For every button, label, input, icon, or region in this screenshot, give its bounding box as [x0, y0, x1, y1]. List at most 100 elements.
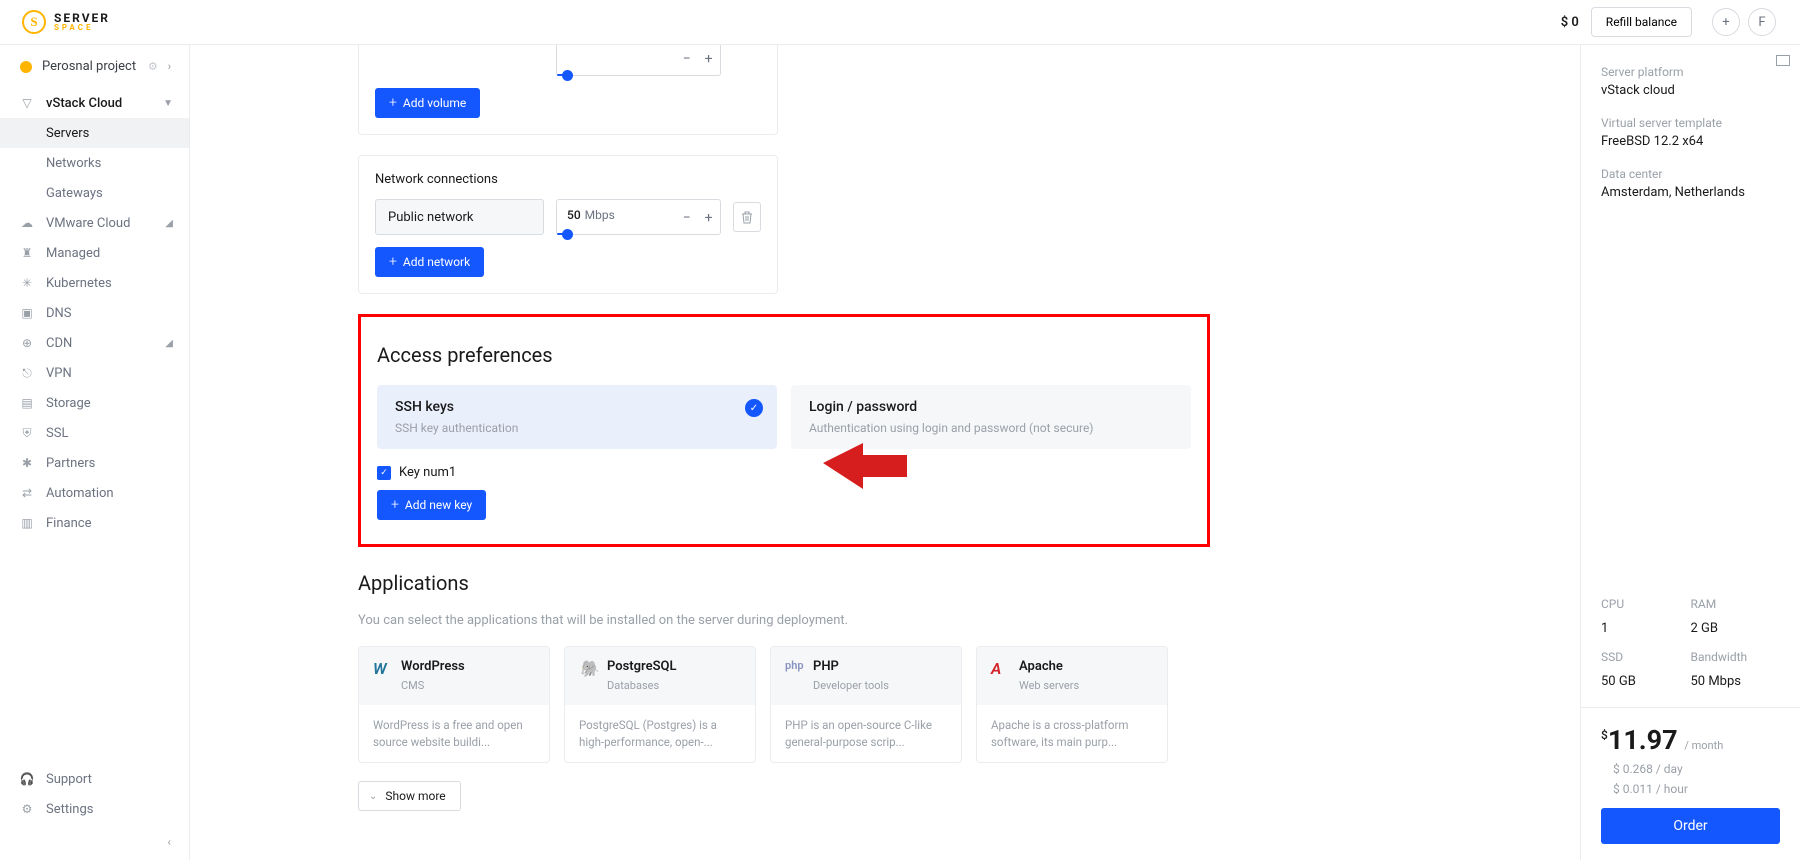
main-content: − + +Add volume Network connections Publ…	[190, 45, 1580, 860]
summary-value: FreeBSD 12.2 x64	[1601, 134, 1780, 149]
summary-label: Virtual server template	[1601, 116, 1780, 130]
kubernetes-icon: ✳	[20, 276, 34, 290]
project-name: Perosnal project	[42, 59, 138, 74]
app-card-wordpress[interactable]: WWordPressCMS WordPress is a free and op…	[358, 646, 550, 763]
automation-icon: ⇄	[20, 486, 34, 500]
add-network-button[interactable]: +Add network	[375, 247, 484, 277]
add-button[interactable]: +	[1712, 8, 1740, 36]
chevron-right-icon: ›	[168, 60, 171, 73]
network-connections-card: Network connections Public network 50Mbp…	[358, 155, 778, 294]
checkbox[interactable]: ✓	[377, 466, 391, 480]
ssh-key-label: Key num1	[399, 465, 456, 480]
wordpress-icon: W	[373, 659, 391, 678]
collapse-sidebar-button[interactable]: ‹	[0, 824, 189, 860]
app-card-postgresql[interactable]: 🐘PostgreSQLDatabases PostgreSQL (Postgre…	[564, 646, 756, 763]
delete-network-button[interactable]	[733, 202, 761, 232]
bandwidth-stepper[interactable]: 50Mbps − +	[556, 199, 721, 235]
sidebar-item-managed[interactable]: ♜Managed	[0, 238, 189, 268]
sidebar-item-cdn[interactable]: ⊕CDN◢	[0, 328, 189, 358]
chevron-right-icon: ◢	[165, 338, 173, 349]
php-icon: php	[785, 659, 803, 672]
volume-stepper[interactable]: − +	[556, 45, 721, 76]
summary-panel: Server platformvStack cloud Virtual serv…	[1580, 45, 1800, 860]
order-button[interactable]: Order	[1601, 808, 1780, 844]
storage-icon: ▤	[20, 396, 34, 410]
price-box: $11.97 / month $ 0.268 / day $ 0.011 / h…	[1581, 707, 1800, 860]
spec-grid: CPURAM 12 GB SSDBandwidth 50 GB50 Mbps	[1601, 597, 1780, 689]
sidebar-item-servers[interactable]: Servers	[0, 118, 189, 148]
price-day: $ 0.268 / day	[1601, 762, 1780, 776]
dns-icon: ▣	[20, 306, 34, 320]
summary-label: Data center	[1601, 167, 1780, 181]
price-main: $11.97 / month	[1601, 724, 1780, 756]
ssh-key-row[interactable]: ✓ Key num1	[377, 465, 1191, 480]
show-more-button[interactable]: ⌄Show more	[358, 781, 461, 811]
finance-icon: ▥	[20, 516, 34, 530]
apache-icon: A	[991, 659, 1009, 678]
vpn-icon: ⎋	[20, 366, 34, 381]
trash-icon	[741, 211, 753, 224]
chevron-down-icon: ▼	[163, 98, 173, 109]
app-card-php[interactable]: phpPHPDeveloper tools PHP is an open-sou…	[770, 646, 962, 763]
sidebar-item-storage[interactable]: ▤Storage	[0, 388, 189, 418]
sidebar: Perosnal project ⚙ › ▽ vStack Cloud ▼ Se…	[0, 45, 190, 860]
sidebar-item-automation[interactable]: ⇄Automation	[0, 478, 189, 508]
partners-icon: ✱	[20, 456, 34, 470]
collapse-panel-button[interactable]	[1776, 55, 1790, 66]
sidebar-item-partners[interactable]: ✱Partners	[0, 448, 189, 478]
summary-value: Amsterdam, Netherlands	[1601, 185, 1780, 200]
sidebar-item-dns[interactable]: ▣DNS	[0, 298, 189, 328]
sidebar-item-finance[interactable]: ▥Finance	[0, 508, 189, 538]
app-card-apache[interactable]: AApacheWeb servers Apache is a cross-pla…	[976, 646, 1168, 763]
option-ssh-keys[interactable]: SSH keys SSH key authentication ✓	[377, 385, 777, 449]
sidebar-item-vstack-cloud[interactable]: ▽ vStack Cloud ▼	[0, 88, 189, 118]
avatar[interactable]: F	[1748, 8, 1776, 36]
sidebar-item-support[interactable]: 🎧Support	[0, 764, 189, 794]
section-title: Access preferences	[377, 343, 1191, 367]
slider-thumb[interactable]	[562, 70, 573, 81]
cloud-icon: ☁	[20, 216, 34, 230]
cdn-icon: ⊕	[20, 336, 34, 350]
add-new-key-button[interactable]: +Add new key	[377, 490, 486, 520]
card-title: Network connections	[375, 172, 761, 187]
plus-icon[interactable]: +	[698, 200, 720, 236]
check-icon: ✓	[745, 399, 763, 417]
postgresql-icon: 🐘	[579, 659, 597, 678]
project-switcher[interactable]: Perosnal project ⚙ ›	[0, 45, 189, 88]
refill-balance-button[interactable]: Refill balance	[1591, 7, 1692, 37]
add-volume-button[interactable]: +Add volume	[375, 88, 480, 118]
chevron-right-icon: ◢	[165, 218, 173, 229]
minus-icon[interactable]: −	[676, 200, 698, 236]
sidebar-item-settings[interactable]: ⚙Settings	[0, 794, 189, 824]
managed-icon: ♜	[20, 246, 34, 260]
shield-icon: ⛨	[20, 426, 34, 441]
balance: $ 0	[1561, 15, 1579, 30]
applications-desc: You can select the applications that wil…	[358, 613, 1550, 628]
vstack-icon: ▽	[20, 96, 34, 110]
annotation-arrow	[823, 443, 913, 503]
sidebar-item-vpn[interactable]: ⎋VPN	[0, 358, 189, 388]
chevron-down-icon: ⌄	[369, 791, 377, 802]
plus-icon[interactable]: +	[698, 45, 720, 77]
minus-icon[interactable]: −	[676, 45, 698, 77]
access-preferences-section: Access preferences SSH keys SSH key auth…	[358, 314, 1210, 547]
price-hour: $ 0.011 / hour	[1601, 782, 1780, 796]
logo-text: SERVER SPACE	[54, 12, 110, 32]
option-login-password[interactable]: Login / password Authentication using lo…	[791, 385, 1191, 449]
sidebar-item-networks[interactable]: Networks	[0, 148, 189, 178]
logo-icon: S	[22, 10, 46, 34]
summary-value: vStack cloud	[1601, 83, 1780, 98]
support-icon: 🎧	[20, 772, 34, 786]
logo[interactable]: S SERVER SPACE	[22, 10, 110, 34]
slider-thumb[interactable]	[562, 229, 573, 240]
sidebar-item-kubernetes[interactable]: ✳Kubernetes	[0, 268, 189, 298]
sidebar-item-gateways[interactable]: Gateways	[0, 178, 189, 208]
gear-icon[interactable]: ⚙	[148, 60, 158, 73]
project-dot-icon	[20, 61, 32, 73]
network-name-field[interactable]: Public network	[375, 199, 544, 235]
applications-title: Applications	[358, 571, 1550, 595]
gear-icon: ⚙	[20, 802, 34, 816]
sidebar-item-vmware[interactable]: ☁VMware Cloud◢	[0, 208, 189, 238]
sidebar-item-ssl[interactable]: ⛨SSL	[0, 418, 189, 448]
header: S SERVER SPACE $ 0 Refill balance + F	[0, 0, 1800, 45]
